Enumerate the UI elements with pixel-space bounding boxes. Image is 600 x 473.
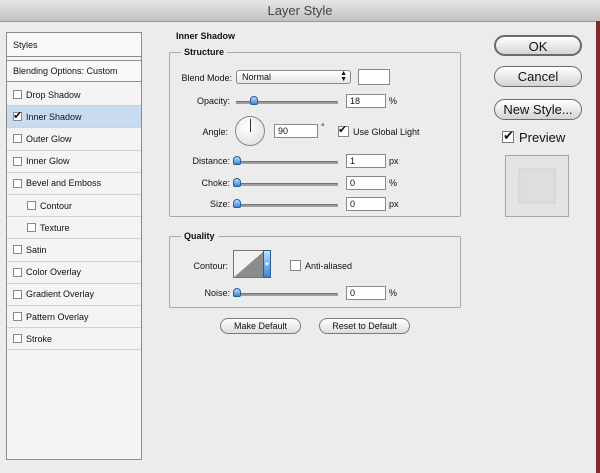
style-item-checkbox[interactable]: [27, 201, 36, 211]
style-item-label: Gradient Overlay: [26, 289, 95, 300]
angle-needle: [250, 119, 251, 132]
styles-header[interactable]: Styles: [7, 33, 141, 57]
style-preview-thumbnail: [505, 155, 569, 217]
styles-list: Styles Blending Options: Custom Drop Sha…: [6, 32, 142, 460]
style-item-drop-shadow[interactable]: Drop Shadow: [7, 84, 141, 107]
size-slider-track[interactable]: [236, 204, 338, 207]
style-item-checkbox[interactable]: [27, 223, 36, 233]
size-unit: px: [389, 199, 399, 209]
style-item-bevel-and-emboss[interactable]: Bevel and Emboss: [7, 173, 141, 195]
choke-slider-thumb[interactable]: [233, 178, 241, 187]
opacity-slider-thumb[interactable]: [250, 96, 259, 105]
style-item-stroke[interactable]: Stroke: [7, 328, 141, 351]
blend-mode-select[interactable]: Normal ▲ ▼: [236, 70, 351, 84]
blend-mode-value: Normal: [242, 72, 272, 82]
style-item-label: Bevel and Emboss: [26, 178, 102, 189]
style-item-label: Stroke: [26, 333, 53, 344]
distance-slider-track[interactable]: [236, 161, 338, 164]
size-slider-thumb[interactable]: [233, 199, 241, 208]
angle-dial[interactable]: [235, 116, 265, 146]
cancel-button[interactable]: Cancel: [494, 66, 582, 87]
style-item-label: Inner Glow: [26, 156, 70, 167]
anti-aliased-checkbox[interactable]: [290, 260, 301, 271]
noise-label: Noise:: [204, 288, 230, 298]
contour-curve-icon: [234, 251, 264, 277]
quality-title: Quality: [181, 231, 218, 241]
style-item-checkbox[interactable]: [13, 289, 22, 299]
style-item-label: Color Overlay: [26, 267, 82, 278]
style-item-label: Drop Shadow: [26, 89, 81, 100]
angle-label: Angle:: [202, 127, 228, 137]
style-item-checkbox[interactable]: [13, 90, 22, 100]
style-item-satin[interactable]: Satin: [7, 239, 141, 262]
style-item-inner-shadow[interactable]: Inner Shadow: [7, 106, 141, 129]
noise-slider-thumb[interactable]: [233, 288, 241, 297]
style-item-checkbox[interactable]: [13, 134, 22, 144]
panel-title: Inner Shadow: [176, 31, 236, 41]
style-item-label: Satin: [26, 244, 47, 255]
style-item-label: Pattern Overlay: [26, 311, 89, 322]
preview-checkbox[interactable]: [502, 128, 514, 144]
style-item-contour[interactable]: Contour: [7, 195, 141, 218]
angle-unit: °: [321, 122, 325, 132]
style-item-label: Contour: [40, 200, 73, 211]
style-item-checkbox[interactable]: [13, 312, 22, 322]
noise-unit: %: [389, 288, 398, 298]
style-item-checkbox[interactable]: [13, 245, 22, 255]
shadow-color-swatch[interactable]: [358, 69, 390, 85]
style-item-inner-glow[interactable]: Inner Glow: [7, 151, 141, 173]
contour-dropdown-icon[interactable]: ▼: [263, 250, 271, 278]
choke-slider-track[interactable]: [236, 183, 338, 186]
style-item-pattern-overlay[interactable]: Pattern Overlay: [7, 306, 141, 329]
styles-header-label: Styles: [13, 39, 38, 50]
ok-button[interactable]: OK: [494, 35, 582, 56]
size-label: Size:: [209, 199, 230, 209]
style-preview-swatch: [518, 168, 556, 204]
contour-label: Contour:: [193, 261, 228, 271]
noise-slider-track[interactable]: [236, 293, 338, 296]
blending-options-label: Blending Options: Custom: [13, 66, 118, 76]
use-global-light-label: Use Global Light: [353, 127, 420, 137]
choke-label: Choke:: [201, 178, 230, 188]
noise-input[interactable]: 0: [346, 286, 386, 300]
use-global-light-checkbox[interactable]: [338, 123, 349, 137]
reset-to-default-button[interactable]: Reset to Default: [319, 318, 410, 334]
choke-input[interactable]: 0: [346, 176, 386, 190]
window-title: Layer Style: [0, 0, 600, 22]
new-style-button[interactable]: New Style...: [494, 99, 582, 120]
blending-options-item[interactable]: Blending Options: Custom: [7, 60, 141, 82]
distance-input[interactable]: 1: [346, 154, 386, 168]
select-arrows-icon: ▲ ▼: [340, 70, 347, 83]
window-edge: [596, 21, 600, 473]
preview-label: Preview: [519, 130, 566, 145]
size-input[interactable]: 0: [346, 197, 386, 211]
distance-unit: px: [389, 156, 399, 166]
choke-unit: %: [389, 178, 398, 188]
distance-label: Distance:: [192, 156, 230, 166]
style-item-texture[interactable]: Texture: [7, 217, 141, 240]
style-item-checkbox[interactable]: [13, 267, 22, 277]
style-item-checkbox[interactable]: [13, 178, 22, 188]
style-item-label: Texture: [40, 222, 70, 233]
blend-mode-label: Blend Mode:: [181, 73, 232, 83]
style-item-gradient-overlay[interactable]: Gradient Overlay: [7, 284, 141, 306]
structure-title: Structure: [181, 47, 228, 57]
opacity-unit: %: [389, 96, 398, 106]
style-item-outer-glow[interactable]: Outer Glow: [7, 128, 141, 151]
make-default-button[interactable]: Make Default: [220, 318, 301, 334]
style-item-checkbox[interactable]: [13, 334, 22, 344]
style-item-checkbox[interactable]: [13, 156, 22, 166]
opacity-label: Opacity:: [196, 96, 230, 106]
style-item-label: Outer Glow: [26, 133, 72, 144]
style-item-checkbox[interactable]: [13, 109, 22, 122]
style-item-color-overlay[interactable]: Color Overlay: [7, 262, 141, 284]
distance-slider-thumb[interactable]: [233, 156, 241, 165]
angle-input[interactable]: 90: [274, 124, 318, 138]
opacity-input[interactable]: 18: [346, 94, 386, 108]
anti-aliased-label: Anti-aliased: [305, 261, 353, 271]
style-item-label: Inner Shadow: [26, 111, 82, 122]
